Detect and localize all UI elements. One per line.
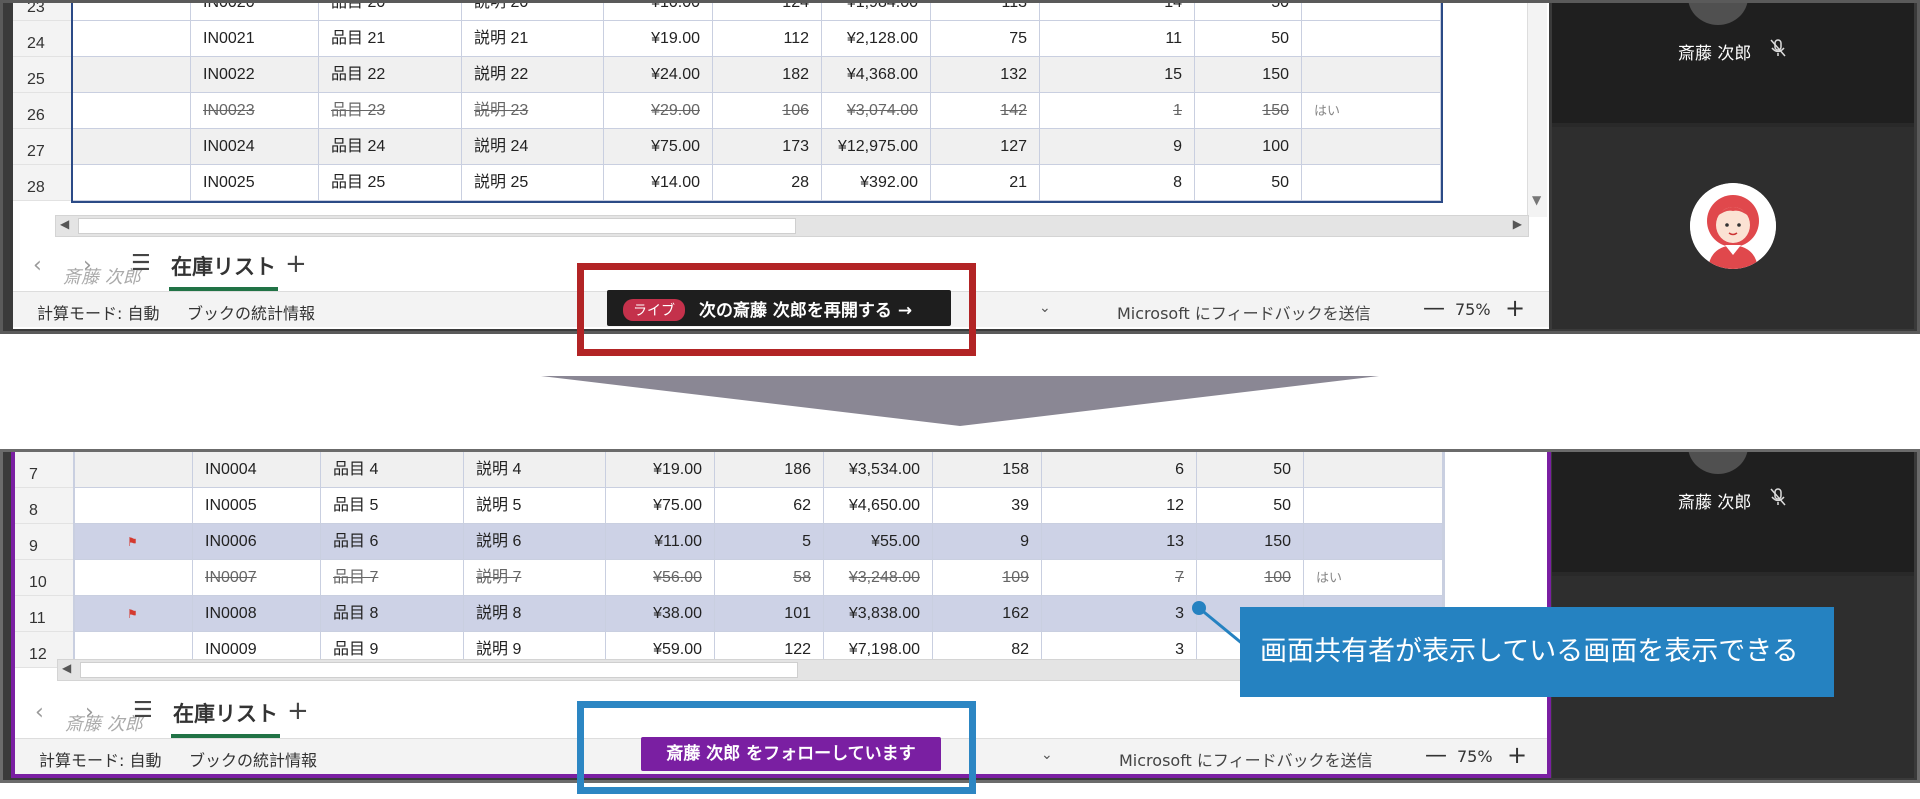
chevron-down-icon[interactable]: ⌄ (1039, 300, 1051, 316)
row-number[interactable]: 28 (13, 165, 73, 201)
row-number[interactable]: 8 (15, 488, 75, 524)
sheet-tab-inventory[interactable]: 在庫リスト (171, 696, 280, 738)
chevron-down-icon[interactable]: ⌄ (1041, 747, 1053, 763)
prev-sheet-icon[interactable]: ‹ (33, 253, 42, 278)
horizontal-scrollbar[interactable]: ◀ ▶ (55, 215, 1529, 237)
calc-mode[interactable]: 計算モード: 自動 (39, 747, 161, 771)
feedback-link[interactable]: Microsoft にフィードバックを送信 (1119, 747, 1373, 771)
callout-annotation: 画面共有者が表示している画面を表示できる (1240, 607, 1834, 697)
highlight-box-follow (577, 701, 976, 794)
row-number[interactable]: 23 (13, 3, 73, 21)
participant-name: 斎藤 次郎 (1678, 493, 1752, 513)
scroll-left-icon[interactable]: ◀ (60, 217, 69, 231)
sheet-list-icon[interactable]: ☰ (133, 698, 153, 723)
row-number[interactable]: 27 (13, 129, 73, 165)
scroll-thumb[interactable] (78, 218, 796, 234)
scroll-down-icon[interactable]: ▼ (1532, 193, 1541, 207)
zoom-in-button[interactable]: + (1505, 294, 1525, 322)
presenter-ghost-label: 斎藤 次郎 (63, 267, 141, 288)
add-sheet-button[interactable]: + (285, 249, 307, 279)
zoom-level[interactable]: 75% (1455, 300, 1491, 319)
scroll-thumb[interactable] (80, 662, 798, 678)
calc-mode[interactable]: 計算モード: 自動 (37, 300, 159, 324)
zoom-out-button[interactable]: — (1423, 296, 1445, 321)
sheet-list-icon[interactable]: ☰ (131, 251, 151, 276)
row-number[interactable]: 11 (15, 596, 75, 632)
zoom-in-button[interactable]: + (1507, 741, 1527, 769)
row-number[interactable]: 9 (15, 524, 75, 560)
self-video-tile[interactable] (1552, 127, 1914, 329)
participant-tile[interactable]: 斎藤 次郎 (1552, 3, 1914, 123)
row-number[interactable]: 24 (13, 21, 73, 57)
scroll-right-icon[interactable]: ▶ (1513, 217, 1522, 231)
row-number[interactable]: 26 (13, 93, 73, 129)
participant-tile[interactable]: 斎藤 次郎 (1552, 452, 1914, 572)
participant-rail-top: 斎藤 次郎 (1552, 3, 1914, 329)
row-number[interactable]: 7 (15, 452, 75, 488)
participant-avatar-partial (1688, 3, 1748, 25)
sheet-tab-inventory[interactable]: 在庫リスト (169, 249, 278, 291)
mic-off-icon (1770, 488, 1786, 510)
vertical-scrollbar[interactable]: ▼ (1527, 3, 1547, 217)
zoom-out-button[interactable]: — (1425, 743, 1447, 768)
participant-avatar-partial (1688, 452, 1748, 474)
table-border (71, 3, 1443, 203)
highlight-box-resume (577, 263, 976, 356)
workbook-stats[interactable]: ブックの統計情報 (189, 747, 317, 771)
workbook-stats[interactable]: ブックの統計情報 (187, 300, 315, 324)
row-number[interactable]: 10 (15, 560, 75, 596)
mic-off-icon (1770, 39, 1786, 61)
scroll-left-icon[interactable]: ◀ (62, 661, 71, 675)
prev-sheet-icon[interactable]: ‹ (35, 700, 44, 725)
user-avatar-icon (1690, 183, 1776, 269)
participant-name: 斎藤 次郎 (1678, 44, 1752, 64)
row-number[interactable]: 25 (13, 57, 73, 93)
add-sheet-button[interactable]: + (287, 696, 309, 726)
zoom-level[interactable]: 75% (1457, 747, 1493, 766)
feedback-link[interactable]: Microsoft にフィードバックを送信 (1117, 300, 1371, 324)
transition-arrow (541, 376, 1379, 426)
presenter-ghost-label: 斎藤 次郎 (65, 714, 143, 735)
